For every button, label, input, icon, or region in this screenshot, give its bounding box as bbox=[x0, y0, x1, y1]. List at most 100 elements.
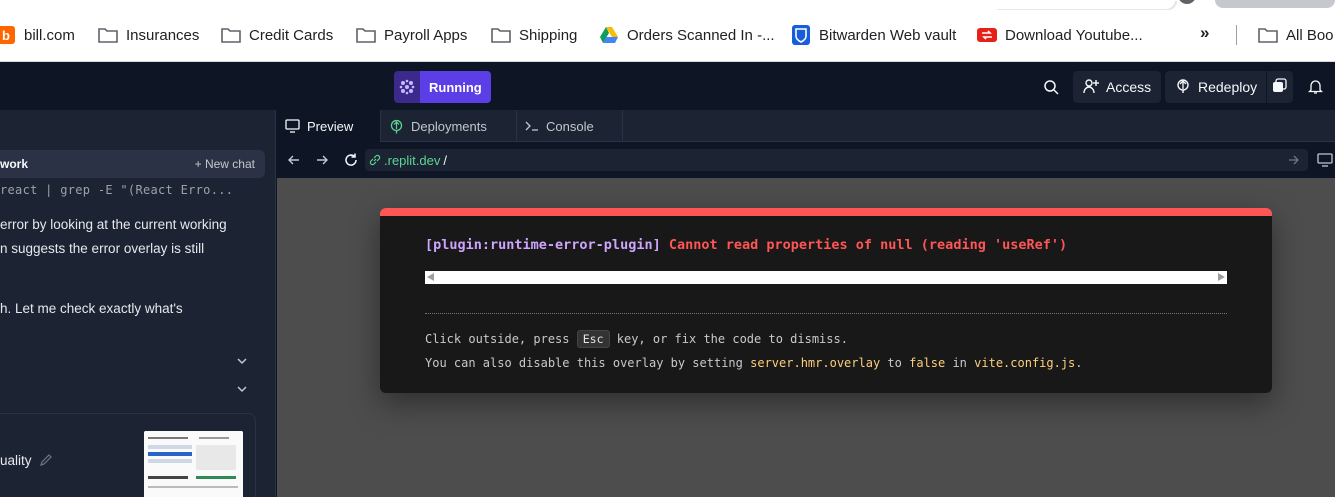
run-status-button[interactable]: Running bbox=[394, 71, 491, 103]
bookmark-all-bookmarks[interactable]: All Boo bbox=[1258, 23, 1334, 47]
bookmark-label: Payroll Apps bbox=[384, 26, 468, 44]
bookmark-billcom[interactable]: b bill.com bbox=[0, 23, 75, 47]
bookmark-insurances[interactable]: Insurances bbox=[98, 23, 199, 47]
monitor-icon bbox=[285, 119, 300, 133]
workspace-header: Running Access Redeploy bbox=[0, 62, 1335, 110]
folder-icon bbox=[98, 26, 118, 44]
device-preview-icon[interactable] bbox=[1317, 153, 1333, 167]
tab-label: Console bbox=[546, 118, 594, 134]
url-path: / bbox=[443, 152, 447, 168]
tip-text: . bbox=[1075, 356, 1083, 370]
folder-icon bbox=[221, 26, 241, 44]
dismiss-tip: Click outside, press Esc key, or fix the… bbox=[425, 330, 848, 348]
bookmarks-separator bbox=[1236, 25, 1237, 45]
tip-text: in bbox=[952, 356, 967, 370]
disable-overlay-tip: You can also disable this overlay by set… bbox=[425, 356, 1083, 370]
bookmark-download-youtube[interactable]: Download Youtube... bbox=[977, 23, 1143, 47]
url-host: .replit.dev bbox=[384, 152, 441, 168]
pane-tabs: Preview Deployments Console bbox=[277, 110, 1335, 142]
checkpoint-card-title: uality bbox=[0, 453, 53, 468]
open-url-arrow-icon[interactable] bbox=[1288, 154, 1300, 166]
bookmark-bitwarden[interactable]: Bitwarden Web vault bbox=[791, 23, 956, 47]
webview-preview[interactable]: [plugin:runtime-error-plugin] Cannot rea… bbox=[277, 178, 1335, 497]
folder-icon bbox=[1258, 26, 1278, 44]
checkpoint-card-label: uality bbox=[0, 453, 32, 468]
tip-text: Click outside, press bbox=[425, 332, 570, 346]
chat-title: work bbox=[0, 157, 29, 171]
bookmark-label: Bitwarden Web vault bbox=[819, 26, 957, 44]
tip-text: to bbox=[887, 356, 902, 370]
browser-toolbar-pill[interactable] bbox=[1215, 0, 1335, 8]
add-user-icon bbox=[1083, 78, 1099, 97]
vite-error-overlay[interactable]: [plugin:runtime-error-plugin] Cannot rea… bbox=[380, 208, 1272, 393]
chevron-down-icon[interactable] bbox=[235, 382, 249, 396]
redeploy-label: Redeploy bbox=[1198, 79, 1258, 95]
screenshot-thumbnail[interactable] bbox=[144, 431, 243, 497]
error-message: [plugin:runtime-error-plugin] Cannot rea… bbox=[425, 237, 1067, 253]
youtube-downloader-icon bbox=[977, 26, 997, 44]
command-snippet: react | grep -E "(React Erro... bbox=[0, 183, 234, 197]
new-chat-button[interactable]: + New chat bbox=[195, 157, 255, 171]
config-file: vite.config.js bbox=[974, 356, 1076, 370]
tip-text: key, or fix the code to dismiss. bbox=[616, 332, 848, 346]
bookmark-label: Credit Cards bbox=[249, 26, 334, 44]
tab-label: Preview bbox=[307, 118, 354, 134]
notifications-bell-icon[interactable] bbox=[1306, 78, 1324, 96]
url-input[interactable]: .replit.dev / bbox=[365, 149, 1308, 171]
tab-label: Deployments bbox=[411, 118, 487, 134]
search-icon[interactable] bbox=[1042, 78, 1060, 96]
profile-icon[interactable] bbox=[1178, 0, 1196, 4]
deploy-icon bbox=[1175, 78, 1191, 97]
bookmark-label: Insurances bbox=[126, 26, 200, 44]
copy-icon bbox=[1272, 78, 1287, 96]
chevron-down-icon[interactable] bbox=[235, 354, 249, 368]
bookmark-payroll-apps[interactable]: Payroll Apps bbox=[356, 23, 467, 47]
error-plugin: [plugin:runtime-error-plugin] bbox=[425, 237, 661, 253]
config-value: false bbox=[909, 356, 946, 370]
chat-message-line: error by looking at the current working bbox=[0, 217, 227, 232]
redeploy-button[interactable]: Redeploy bbox=[1165, 71, 1266, 103]
tab-preview[interactable]: Preview bbox=[277, 110, 381, 142]
folder-icon bbox=[356, 26, 376, 44]
bookmarks-bar: b bill.com Insurances Credit Cards Payro… bbox=[0, 0, 1335, 62]
horizontal-scrollbar[interactable] bbox=[425, 271, 1227, 284]
bookmark-label: bill.com bbox=[24, 26, 75, 44]
back-arrow-icon[interactable] bbox=[287, 153, 301, 167]
scroll-right-arrow-icon[interactable] bbox=[1218, 273, 1225, 281]
forward-arrow-icon[interactable] bbox=[315, 153, 329, 167]
error-text: Cannot read properties of null (reading … bbox=[668, 237, 1068, 253]
esc-key: Esc bbox=[576, 330, 610, 348]
google-drive-icon bbox=[599, 26, 619, 44]
reload-icon[interactable] bbox=[343, 152, 359, 168]
billcom-icon: b bbox=[0, 26, 16, 44]
config-setting: server.hmr.overlay bbox=[750, 356, 881, 370]
link-icon bbox=[369, 154, 381, 166]
run-status-label: Running bbox=[420, 71, 491, 103]
bitwarden-icon bbox=[791, 25, 811, 45]
overlay-divider bbox=[425, 313, 1227, 314]
bookmark-label: All Boo bbox=[1286, 26, 1334, 44]
bookmark-label: Download Youtube... bbox=[1005, 26, 1143, 44]
svg-text:b: b bbox=[2, 28, 10, 43]
chat-header: work + New chat bbox=[0, 150, 265, 178]
chat-message-line: n suggests the error overlay is still bbox=[0, 241, 205, 256]
terminal-icon bbox=[525, 121, 538, 131]
deployments-icon bbox=[390, 119, 403, 133]
bookmarks-overflow-chevron[interactable]: » bbox=[1200, 23, 1210, 43]
scroll-left-arrow-icon[interactable] bbox=[427, 273, 434, 281]
tab-console[interactable]: Console bbox=[517, 110, 623, 142]
browser-tab-edge bbox=[995, 0, 1175, 9]
bookmark-shipping[interactable]: Shipping bbox=[491, 23, 577, 47]
chat-message-line: h. Let me check exactly what's bbox=[0, 301, 183, 316]
running-spinner-icon bbox=[394, 71, 420, 103]
bookmark-orders-scanned[interactable]: Orders Scanned In -... bbox=[599, 23, 775, 47]
bookmark-credit-cards[interactable]: Credit Cards bbox=[221, 23, 333, 47]
redeploy-options-button[interactable] bbox=[1267, 71, 1293, 103]
bookmark-label: Orders Scanned In -... bbox=[627, 26, 775, 44]
access-button[interactable]: Access bbox=[1073, 71, 1162, 103]
pencil-icon[interactable] bbox=[39, 453, 53, 467]
access-label: Access bbox=[1106, 79, 1152, 95]
tab-deployments[interactable]: Deployments bbox=[381, 110, 517, 142]
folder-icon bbox=[491, 26, 511, 44]
preview-url-bar: .replit.dev / bbox=[277, 142, 1335, 178]
